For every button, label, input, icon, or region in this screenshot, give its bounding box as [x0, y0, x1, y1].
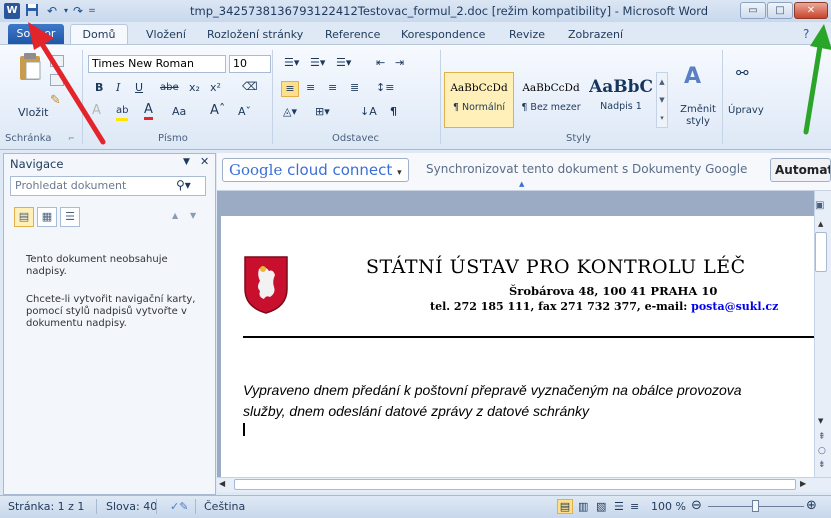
red-arrow-icon — [28, 22, 106, 145]
annotation-arrows — [28, 22, 831, 145]
green-arrow-icon — [803, 24, 831, 135]
